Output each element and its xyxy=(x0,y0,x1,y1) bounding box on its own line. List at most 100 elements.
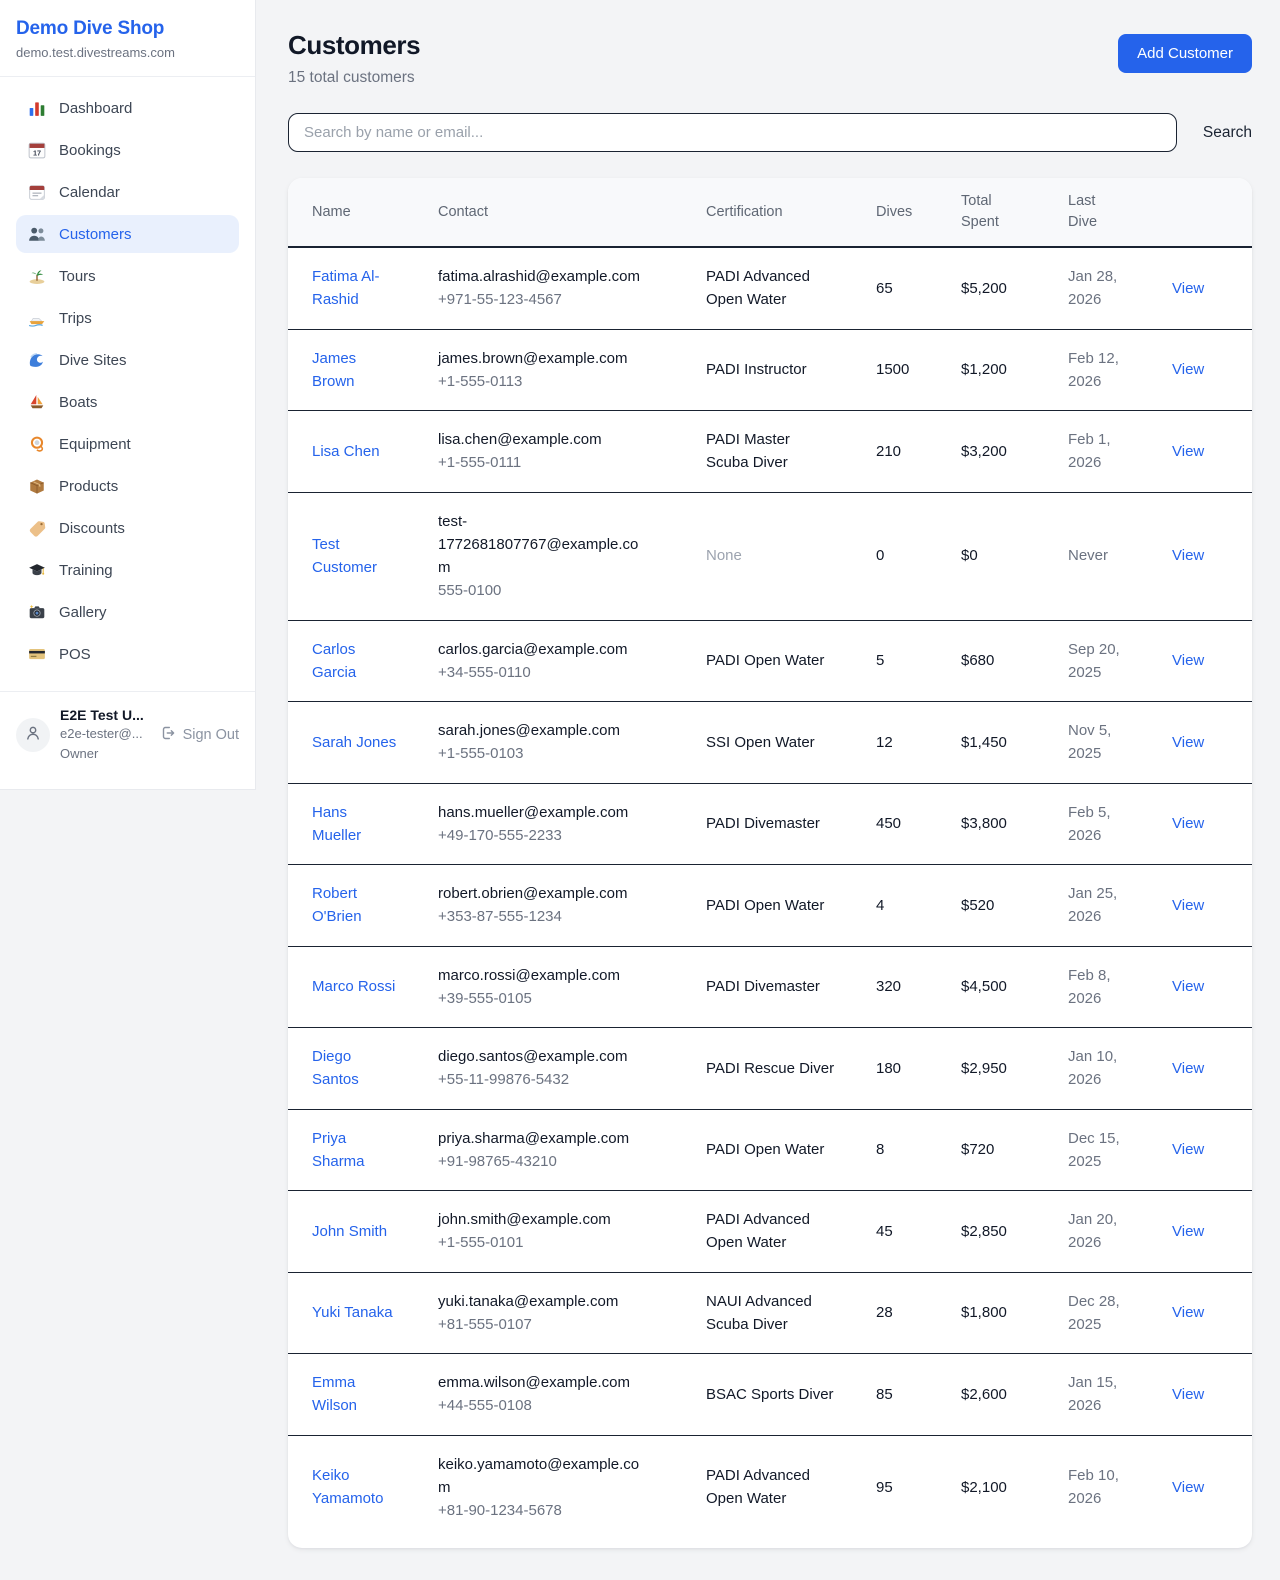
sidebar-item-label: Bookings xyxy=(59,142,121,159)
customer-phone: +44-555-0108 xyxy=(438,1394,698,1417)
table-row: Sarah Jones sarah.jones@example.com +1-5… xyxy=(288,702,1252,784)
sidebar-item-tours[interactable]: Tours xyxy=(16,257,239,295)
sidebar-item-training[interactable]: Training xyxy=(16,551,239,589)
sidebar-item-pos[interactable]: POS xyxy=(16,635,239,673)
view-link[interactable]: View xyxy=(1172,1386,1204,1403)
calendar-pad-icon xyxy=(28,183,46,201)
customer-name-link[interactable]: Hans Mueller xyxy=(312,801,400,848)
sidebar-item-discounts[interactable]: Discounts xyxy=(16,509,239,547)
customer-name-link[interactable]: Emma Wilson xyxy=(312,1371,400,1418)
customer-name-link[interactable]: Yuki Tanaka xyxy=(312,1301,393,1324)
sidebar-item-equipment[interactable]: Equipment xyxy=(16,425,239,463)
customer-name-link[interactable]: Diego Santos xyxy=(312,1045,400,1092)
customer-phone: +81-555-0107 xyxy=(438,1313,698,1336)
customer-name-link[interactable]: John Smith xyxy=(312,1220,387,1243)
column-header-name: Name xyxy=(288,178,438,247)
view-link[interactable]: View xyxy=(1172,1060,1204,1077)
table-header: Name Contact Certification Dives Total S… xyxy=(288,178,1252,247)
view-link[interactable]: View xyxy=(1172,547,1204,564)
search-bar: Search xyxy=(288,113,1252,152)
customer-total-spent: $2,850 xyxy=(961,1223,1007,1240)
sidebar-item-label: Training xyxy=(59,562,113,579)
customer-name-link[interactable]: Lisa Chen xyxy=(312,440,380,463)
sidebar-item-trips[interactable]: Trips xyxy=(16,299,239,337)
customer-dives: 85 xyxy=(876,1386,893,1403)
add-customer-button[interactable]: Add Customer xyxy=(1118,34,1252,73)
person-icon xyxy=(24,724,42,747)
view-link[interactable]: View xyxy=(1172,361,1204,378)
view-link[interactable]: View xyxy=(1172,978,1204,995)
customer-last-dive: Never xyxy=(1068,544,1108,567)
view-link[interactable]: View xyxy=(1172,1141,1204,1158)
sidebar-item-bookings[interactable]: 17 Bookings xyxy=(16,131,239,169)
customer-name-link[interactable]: Priya Sharma xyxy=(312,1127,400,1174)
customer-total-spent: $3,200 xyxy=(961,443,1007,460)
customer-total-spent: $0 xyxy=(961,547,978,564)
customer-name-link[interactable]: Fatima Al-Rashid xyxy=(312,265,400,312)
customer-dives: 65 xyxy=(876,280,893,297)
speedboat-icon xyxy=(28,309,46,327)
sidebar-item-label: Dive Sites xyxy=(59,352,127,369)
view-link[interactable]: View xyxy=(1172,897,1204,914)
view-link[interactable]: View xyxy=(1172,1304,1204,1321)
sidebar-item-dashboard[interactable]: Dashboard xyxy=(16,89,239,127)
customer-certification: PADI Open Water xyxy=(706,649,824,672)
view-link[interactable]: View xyxy=(1172,280,1204,297)
table-row: Robert O'Brien robert.obrien@example.com… xyxy=(288,865,1252,947)
search-input[interactable] xyxy=(288,113,1177,152)
customer-email: john.smith@example.com xyxy=(438,1208,650,1231)
user-info: E2E Test U... e2e-tester@... Owner xyxy=(60,707,150,763)
customer-name-link[interactable]: James Brown xyxy=(312,347,400,394)
page-header: Customers 15 total customers Add Custome… xyxy=(288,30,1252,87)
graduation-cap-icon xyxy=(28,561,46,579)
sidebar-item-customers[interactable]: Customers xyxy=(16,215,239,253)
view-link[interactable]: View xyxy=(1172,443,1204,460)
sidebar-item-boats[interactable]: Boats xyxy=(16,383,239,421)
customer-certification: NAUI Advanced Scuba Diver xyxy=(706,1290,836,1337)
sidebar-item-products[interactable]: Products xyxy=(16,467,239,505)
sidebar-item-dive-sites[interactable]: Dive Sites xyxy=(16,341,239,379)
package-icon xyxy=(28,477,46,495)
customers-table: Name Contact Certification Dives Total S… xyxy=(288,178,1252,1548)
customer-phone: +353-87-555-1234 xyxy=(438,905,698,928)
customer-name-link[interactable]: Sarah Jones xyxy=(312,731,396,754)
avatar xyxy=(16,718,50,752)
customer-phone: 555-0100 xyxy=(438,579,698,602)
customer-email: test-1772681807767@example.com xyxy=(438,510,650,580)
customer-last-dive: Jan 15, 2026 xyxy=(1068,1371,1140,1418)
sidebar-item-label: Discounts xyxy=(59,520,125,537)
customer-total-spent: $5,200 xyxy=(961,280,1007,297)
table-row: James Brown james.brown@example.com +1-5… xyxy=(288,329,1252,411)
view-link[interactable]: View xyxy=(1172,1479,1204,1496)
sidebar-item-gallery[interactable]: Gallery xyxy=(16,593,239,631)
view-link[interactable]: View xyxy=(1172,1223,1204,1240)
customer-email: sarah.jones@example.com xyxy=(438,719,650,742)
sidebar-item-label: Equipment xyxy=(59,436,131,453)
sign-out-button[interactable]: Sign Out xyxy=(160,725,239,745)
customer-last-dive: Jan 25, 2026 xyxy=(1068,882,1140,929)
search-button[interactable]: Search xyxy=(1203,124,1252,142)
people-icon xyxy=(28,225,46,243)
view-link[interactable]: View xyxy=(1172,734,1204,751)
customer-last-dive: Nov 5, 2025 xyxy=(1068,719,1140,766)
customer-total-spent: $520 xyxy=(961,897,994,914)
customer-phone: +39-555-0105 xyxy=(438,987,698,1010)
view-link[interactable]: View xyxy=(1172,815,1204,832)
view-link[interactable]: View xyxy=(1172,652,1204,669)
column-header-actions xyxy=(1172,178,1252,247)
customer-dives: 450 xyxy=(876,815,901,832)
table-row: Keiko Yamamoto keiko.yamamoto@example.co… xyxy=(288,1435,1252,1548)
customer-email: keiko.yamamoto@example.com xyxy=(438,1453,650,1500)
customer-name-link[interactable]: Test Customer xyxy=(312,533,400,580)
sidebar-item-calendar[interactable]: Calendar xyxy=(16,173,239,211)
customer-name-link[interactable]: Robert O'Brien xyxy=(312,882,400,929)
column-header-dives: Dives xyxy=(876,178,961,247)
customer-last-dive: Dec 15, 2025 xyxy=(1068,1127,1140,1174)
customer-email: emma.wilson@example.com xyxy=(438,1371,650,1394)
customer-last-dive: Sep 20, 2025 xyxy=(1068,638,1140,685)
customer-name-link[interactable]: Keiko Yamamoto xyxy=(312,1464,400,1511)
customer-email: lisa.chen@example.com xyxy=(438,428,650,451)
customer-name-link[interactable]: Marco Rossi xyxy=(312,975,395,998)
customer-name-link[interactable]: Carlos Garcia xyxy=(312,638,400,685)
customer-total-spent: $2,600 xyxy=(961,1386,1007,1403)
